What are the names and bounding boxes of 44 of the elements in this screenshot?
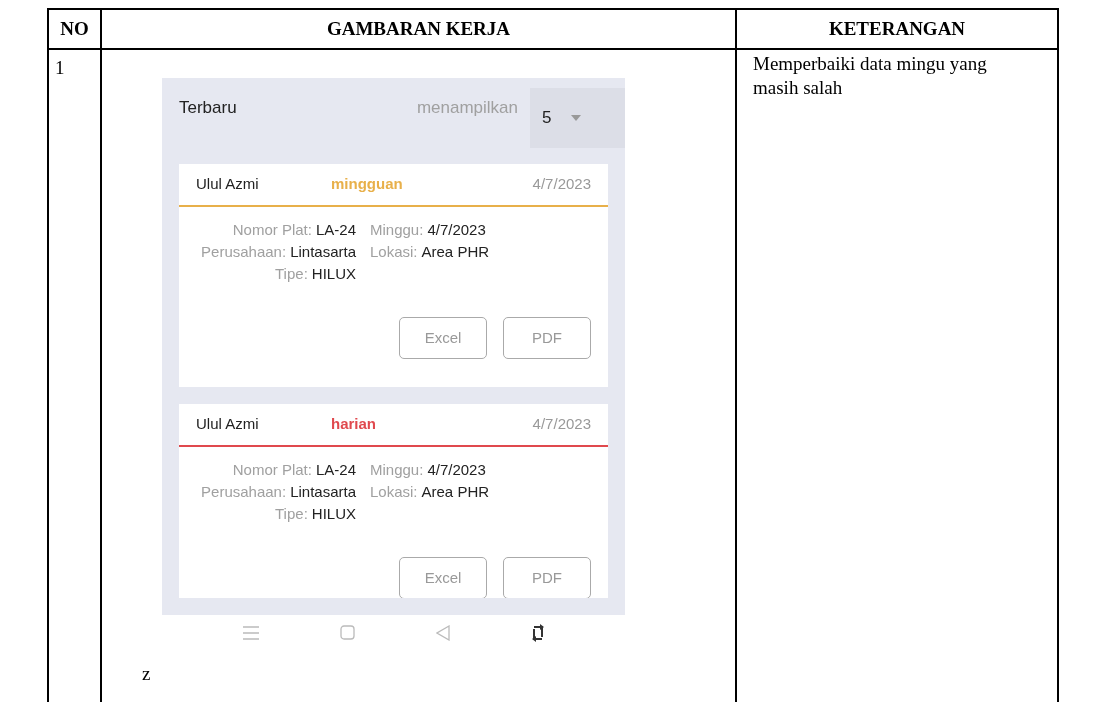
field-label: Perusahaan:	[201, 242, 287, 262]
field-value: HILUX	[311, 504, 356, 524]
field-value: LA-24	[315, 220, 356, 240]
back-icon[interactable]	[435, 624, 450, 641]
description-text: Memperbaiki data mingu yang masih salah	[753, 52, 988, 100]
field-value: 4/7/2023	[427, 460, 486, 480]
field-label: Nomor Plat:	[232, 460, 312, 480]
report-date: 4/7/2023	[532, 414, 591, 435]
field-value: Lintasarta	[290, 482, 356, 502]
field-label: Perusahaan:	[201, 482, 287, 502]
caret-icon	[571, 115, 582, 121]
export-button[interactable]: PDF	[503, 557, 591, 598]
column-header: KETERANGAN	[828, 16, 966, 41]
field-label: Tipe:	[275, 264, 308, 284]
report-type: harian	[331, 414, 377, 435]
field-label: Minggu:	[370, 220, 424, 240]
export-button[interactable]: Excel	[399, 557, 487, 598]
show-label: menampilkan	[416, 97, 518, 120]
rotate-icon[interactable]	[530, 623, 545, 642]
field-value: LA-24	[315, 460, 356, 480]
field-value: HILUX	[311, 264, 356, 284]
field-label: Lokasi:	[370, 242, 418, 262]
count-dropdown[interactable]: 5	[530, 88, 625, 148]
user-name: Ulul Azmi	[196, 174, 260, 195]
report-type: mingguan	[331, 174, 404, 195]
field-label: Nomor Plat:	[232, 220, 312, 240]
field-label: Lokasi:	[370, 482, 418, 502]
home-icon[interactable]	[339, 625, 355, 640]
column-header: GAMBARAN KERJA	[326, 16, 511, 41]
field-value: Area PHR	[421, 482, 490, 502]
export-button[interactable]: Excel	[399, 317, 487, 359]
section-title: Terbaru	[179, 97, 238, 120]
report-date: 4/7/2023	[532, 174, 591, 195]
field-value: Area PHR	[421, 242, 490, 262]
column-header: NO	[60, 16, 89, 41]
field-value: Lintasarta	[290, 242, 356, 262]
row-number: 1	[55, 57, 65, 78]
field-label: Tipe:	[275, 504, 308, 524]
field-label: Minggu:	[370, 460, 424, 480]
caption-text: z	[142, 662, 152, 686]
user-name: Ulul Azmi	[196, 414, 260, 435]
menu-icon[interactable]	[242, 625, 259, 640]
export-button[interactable]: PDF	[503, 317, 591, 359]
field-value: 4/7/2023	[427, 220, 486, 240]
